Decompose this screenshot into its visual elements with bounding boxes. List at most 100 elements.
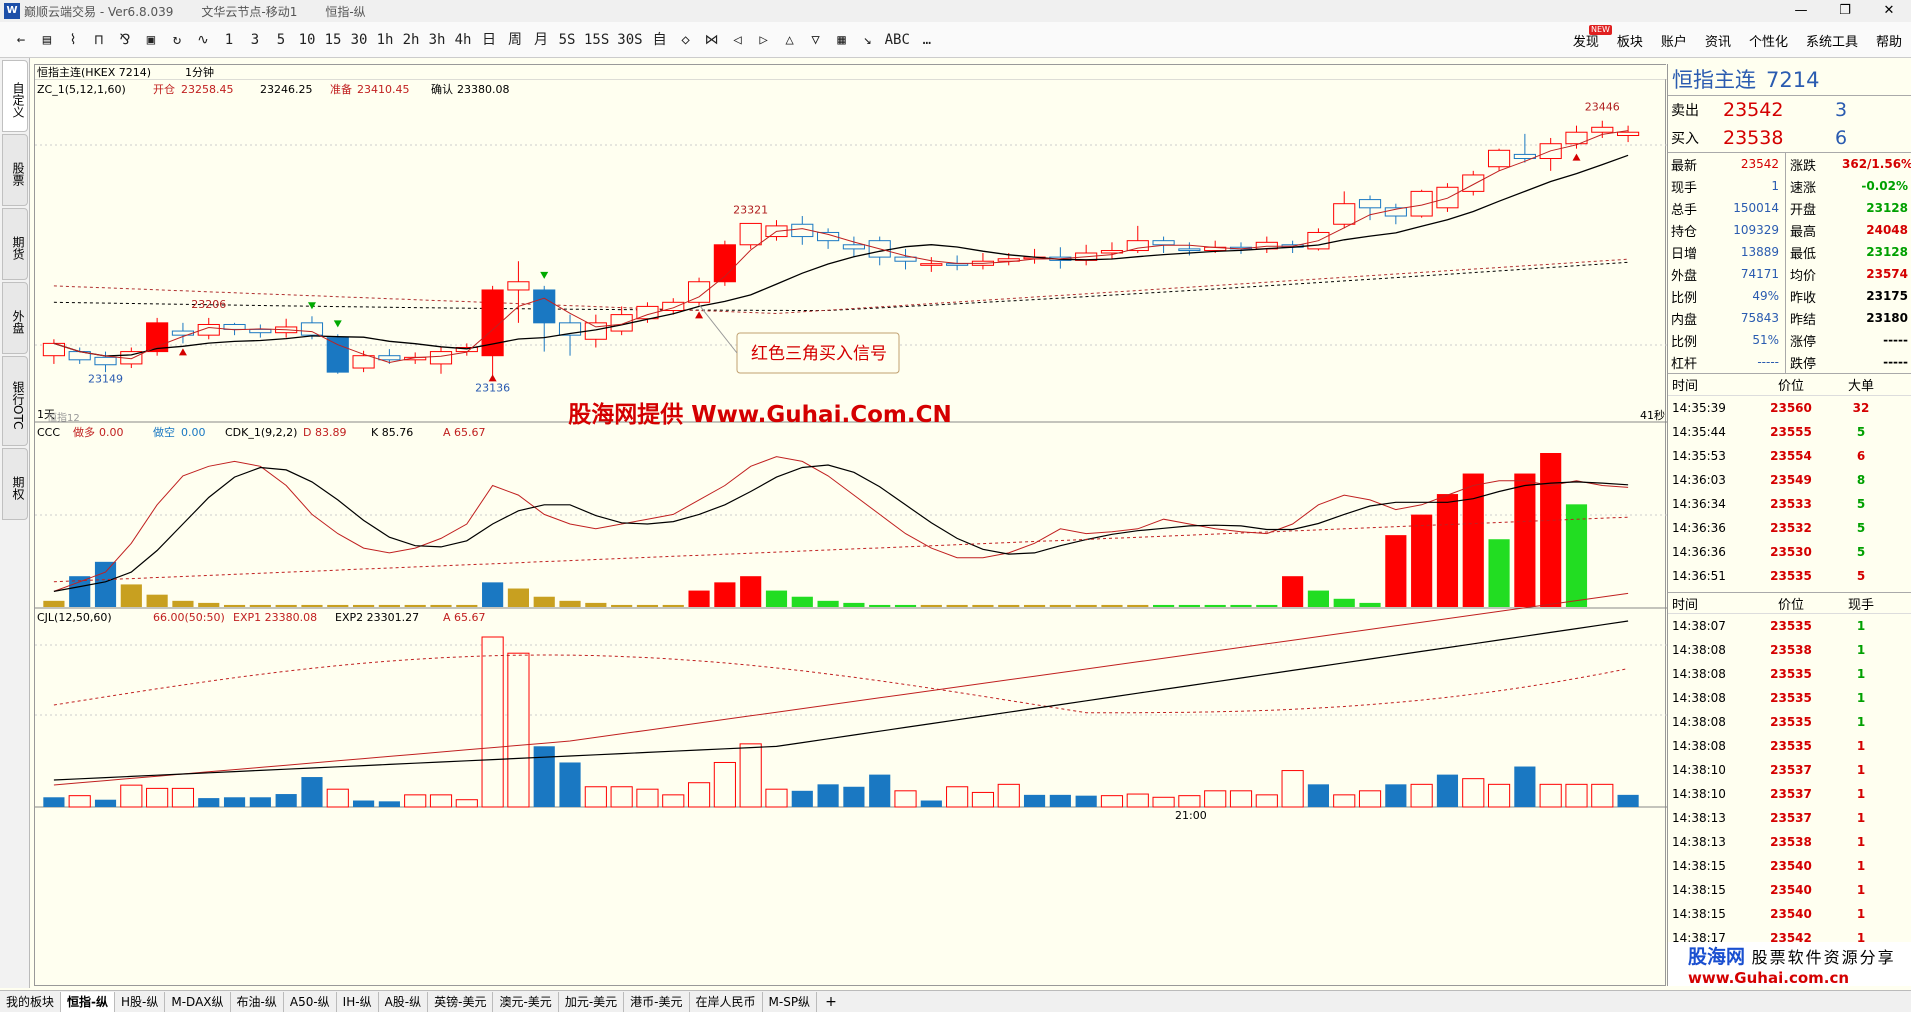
left-tab-5[interactable]: 期权: [2, 448, 28, 520]
menu-6[interactable]: 帮助: [1867, 31, 1911, 50]
left-tab-0[interactable]: 自定义: [2, 60, 28, 132]
left-tab-3[interactable]: 外盘: [2, 282, 28, 354]
bottom-tab-13[interactable]: M-SP纵: [763, 991, 818, 1012]
toolbar-button-5[interactable]: ▣: [138, 26, 164, 54]
menu-4[interactable]: 个性化: [1740, 31, 1797, 50]
bottom-tab-10[interactable]: 加元-美元: [559, 991, 625, 1012]
tick-price: 23535: [1770, 619, 1812, 633]
bottom-tab-7[interactable]: A股-纵: [379, 991, 429, 1012]
indicator-bar: [275, 604, 297, 607]
candle-body: [1591, 126, 1614, 133]
bottom-tab-5[interactable]: A50-纵: [284, 991, 337, 1012]
toolbar-button-33[interactable]: ABC: [881, 26, 914, 54]
tick-time: 14:38:08: [1672, 715, 1726, 729]
toolbar-button-9[interactable]: 3: [242, 26, 268, 54]
candle-body: [842, 244, 865, 250]
volume-bar: [455, 799, 478, 808]
bottom-tab-4[interactable]: 布油-纵: [231, 991, 284, 1012]
toolbar-button-20[interactable]: 月: [528, 26, 554, 54]
indicator-bar: [1204, 604, 1226, 607]
indicator-bar: [636, 604, 659, 607]
maximize-button[interactable]: ❐: [1823, 0, 1867, 22]
toolbar-button-29[interactable]: △: [777, 26, 803, 54]
left-tab-2[interactable]: 期货: [2, 208, 28, 280]
toolbar-button-26[interactable]: ⋈: [699, 26, 725, 54]
menu-5[interactable]: 系统工具: [1797, 31, 1867, 50]
toolbar-button-28[interactable]: ▷: [751, 26, 777, 54]
tick-volume: 1: [1856, 907, 1866, 921]
bottom-tab-0[interactable]: 我的板块: [0, 991, 62, 1012]
toolbar-button-32[interactable]: ↘: [855, 26, 881, 54]
toolbar-button-4[interactable]: ⅋: [112, 26, 138, 54]
toolbar-button-22[interactable]: 15S: [580, 26, 613, 54]
toolbar-button-31[interactable]: ▦: [829, 26, 855, 54]
bottom-tab-1[interactable]: 恒指-纵: [61, 991, 115, 1012]
buy-row[interactable]: 买入 23538 6: [1668, 124, 1911, 152]
tick-time: 14:38:08: [1672, 691, 1726, 705]
indicator-bar: [301, 604, 323, 607]
toolbar-button-7[interactable]: ∿: [190, 26, 216, 54]
toolbar-button-10[interactable]: 5: [268, 26, 294, 54]
tick-row: 14:38:10 23537 1: [1668, 782, 1911, 806]
toolbar-button-19[interactable]: 周: [502, 26, 528, 54]
toolbar-button-2[interactable]: ⌇: [60, 26, 86, 54]
menu-0[interactable]: 发现 NEW: [1564, 24, 1612, 50]
sub-contract-label: 恒指12: [47, 411, 80, 424]
indicator-bar: [146, 594, 168, 607]
volume-bar: [275, 794, 297, 807]
indicator-bar: [1153, 604, 1175, 607]
candle-body: [1436, 186, 1459, 209]
toolbar-button-3[interactable]: ⊓: [86, 26, 112, 54]
quote-code: 7214: [1766, 68, 1820, 92]
add-tab-button[interactable]: +: [817, 994, 845, 1010]
menu-3[interactable]: 资讯: [1696, 31, 1740, 50]
menu-1[interactable]: 板块: [1608, 31, 1652, 50]
ticks-list: 14:38:07 23535 1 14:38:08 23538 1 14:38:08 2353…: [1668, 614, 1911, 950]
kline-chart[interactable]: 23446 23321 23206 23149 23136 红色三角买入信号 恒指主连(HK…: [35, 65, 1667, 987]
toolbar-button-25[interactable]: ◇: [673, 26, 699, 54]
indicator-bar: [1049, 604, 1071, 607]
watermark-slogan: 股票软件资源分享: [1751, 948, 1896, 967]
tick-row: 14:38:08 23535 1: [1668, 662, 1911, 686]
bottom-tab-9[interactable]: 澳元-美元: [493, 991, 559, 1012]
sell-row[interactable]: 卖出 23542 3: [1668, 96, 1911, 124]
toolbar-button-23[interactable]: 30S: [613, 26, 646, 54]
bottom-tab-2[interactable]: H股-纵: [115, 991, 166, 1012]
tick-time: 14:36:36: [1672, 545, 1726, 559]
cdk-a: A 65.67: [443, 426, 486, 439]
toolbar-button-17[interactable]: 4h: [450, 26, 476, 54]
toolbar-button-15[interactable]: 2h: [398, 26, 424, 54]
toolbar-button-30[interactable]: ▽: [803, 26, 829, 54]
toolbar-button-8[interactable]: 1: [216, 26, 242, 54]
toolbar-button-1[interactable]: ▤: [34, 26, 60, 54]
bottom-tab-3[interactable]: M-DAX纵: [165, 991, 231, 1012]
toolbar-button-0[interactable]: ←: [8, 26, 34, 54]
chart-area[interactable]: 23446 23321 23206 23149 23136 红色三角买入信号 恒指主连(HK…: [34, 64, 1667, 987]
toolbar-button-27[interactable]: ◁: [725, 26, 751, 54]
toolbar-button-18[interactable]: 日: [476, 26, 502, 54]
bottom-tab-8[interactable]: 英镑-美元: [428, 991, 494, 1012]
toolbar-button-12[interactable]: 15: [320, 26, 346, 54]
toolbar-button-34[interactable]: …: [914, 26, 940, 54]
toolbar-button-11[interactable]: 10: [294, 26, 320, 54]
bottom-tab-6[interactable]: IH-纵: [337, 991, 379, 1012]
toolbar-button-24[interactable]: 自: [647, 26, 673, 54]
indicator-bar: [1256, 604, 1278, 607]
bottom-tab-11[interactable]: 港币-美元: [624, 991, 690, 1012]
menu-2[interactable]: 账户: [1652, 31, 1696, 50]
toolbar-button-6[interactable]: ↻: [164, 26, 190, 54]
toolbar-button-14[interactable]: 1h: [372, 26, 398, 54]
bottom-tab-12[interactable]: 在岸人民币: [690, 991, 763, 1012]
quote-key: 内盘: [1671, 312, 1698, 328]
quote-value: 23128: [1866, 245, 1908, 259]
toolbar-button-13[interactable]: 30: [346, 26, 372, 54]
minimize-button[interactable]: —: [1779, 0, 1823, 22]
toolbar-button-21[interactable]: 5S: [554, 26, 580, 54]
volume-bar: [662, 794, 685, 808]
left-tab-4[interactable]: 银行OTC: [2, 356, 28, 446]
close-button[interactable]: ✕: [1867, 0, 1911, 22]
quote-row: 总手 150014 开盘 23128: [1668, 197, 1911, 219]
toolbar-button-16[interactable]: 3h: [424, 26, 450, 54]
left-tab-1[interactable]: 股票: [2, 134, 28, 206]
tick-volume: 8: [1856, 473, 1866, 487]
